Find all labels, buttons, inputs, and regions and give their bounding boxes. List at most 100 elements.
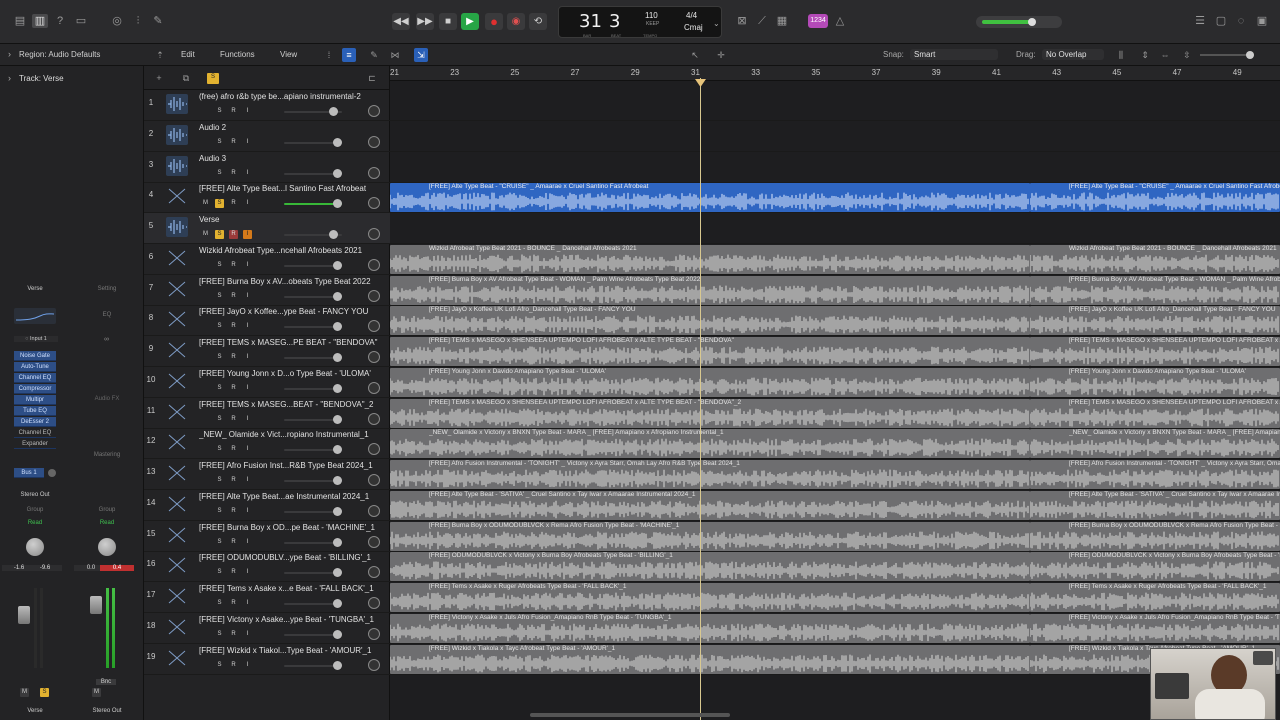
volume-fader[interactable] bbox=[18, 606, 30, 624]
audio-region[interactable]: [FREE] Burna Boy x AV Afrobeat Type Beat… bbox=[390, 275, 1030, 305]
horizontal-scrollbar[interactable] bbox=[530, 713, 730, 717]
track-name[interactable]: [FREE] Tems x Asake x...e Beat - 'FALL B… bbox=[199, 584, 389, 593]
header-collapse-icon[interactable]: ⊏ bbox=[365, 71, 379, 85]
track-volume-slider[interactable] bbox=[284, 199, 343, 209]
record-enable-button[interactable]: R bbox=[229, 568, 238, 577]
track-pan-knob[interactable] bbox=[368, 412, 380, 425]
menu-view[interactable]: View bbox=[280, 50, 297, 59]
solo-button[interactable]: S bbox=[215, 138, 224, 147]
group-slot[interactable]: Group bbox=[85, 507, 129, 513]
track-volume-slider[interactable] bbox=[284, 291, 343, 301]
track-name[interactable]: [FREE] Alte Type Beat...ae Instrumental … bbox=[199, 492, 389, 501]
track-lane[interactable]: [FREE] Afro Fusion Instrumental - 'TONIG… bbox=[390, 459, 1280, 490]
track-name[interactable]: [FREE] Wizkid x Tiakol...Type Beat - 'AM… bbox=[199, 646, 389, 655]
zoom-slider-icon[interactable]: ⇳ bbox=[1180, 48, 1194, 62]
solo-button[interactable]: S bbox=[215, 599, 224, 608]
plugin-compressor[interactable]: Compressor bbox=[14, 384, 56, 394]
track-header[interactable]: 5 Verse M S R I bbox=[144, 213, 390, 244]
input-monitor-button[interactable]: I bbox=[243, 107, 252, 116]
zoom-slider[interactable] bbox=[1200, 51, 1254, 59]
record-enable-button[interactable]: R bbox=[229, 292, 238, 301]
record-enable-button[interactable]: R bbox=[229, 353, 238, 362]
audio-region[interactable]: [FREE] Burna Boy x AV Afrobeat Type Beat… bbox=[1030, 275, 1280, 305]
track-header[interactable]: 13 [FREE] Afro Fusion Inst...R&B Type Bea… bbox=[144, 459, 390, 490]
quick-help-icon[interactable]: ? bbox=[52, 14, 68, 28]
track-name[interactable]: [FREE] TEMS x MASEG...BEAT - "BENDOVA"_2 bbox=[199, 400, 389, 409]
track-volume-slider[interactable] bbox=[284, 137, 343, 147]
master-volume-slider[interactable] bbox=[976, 16, 1062, 28]
list-icon[interactable]: ☰ bbox=[1192, 14, 1208, 28]
solo-button[interactable]: S bbox=[215, 261, 224, 270]
record-enable-button[interactable]: R bbox=[229, 661, 238, 670]
solo-button[interactable]: S bbox=[215, 476, 224, 485]
catch-icon[interactable]: ⇲ bbox=[414, 48, 428, 62]
solo-button[interactable]: S bbox=[215, 507, 224, 516]
list-view-icon[interactable]: ≡ bbox=[342, 48, 356, 62]
record-enable-button[interactable]: R bbox=[229, 538, 238, 547]
track-name[interactable]: Audio 3 bbox=[199, 154, 389, 163]
metronome-icon[interactable]: △ bbox=[832, 14, 848, 28]
track-header[interactable]: 17 [FREE] Tems x Asake x...e Beat - 'FALL… bbox=[144, 582, 390, 613]
input-monitor-button[interactable]: I bbox=[243, 599, 252, 608]
solo-button[interactable]: S bbox=[215, 538, 224, 547]
track-name[interactable]: [FREE] Young Jonn x D...o Type Beat - 'U… bbox=[199, 369, 389, 378]
track-volume-slider[interactable] bbox=[284, 445, 343, 455]
input-monitor-button[interactable]: I bbox=[243, 538, 252, 547]
audio-region[interactable]: [FREE] Wizkid x Tiakola x Tayc Afrobeat … bbox=[390, 644, 1030, 674]
stop-button[interactable]: ■ bbox=[439, 13, 457, 30]
mute-button[interactable]: M bbox=[92, 688, 101, 697]
solo-button[interactable]: S bbox=[215, 322, 224, 331]
input-monitor-button[interactable]: I bbox=[243, 384, 252, 393]
track-volume-knob[interactable] bbox=[333, 322, 343, 332]
track-lane[interactable]: [FREE] TEMS x MASEGO x SHENSEEA UPTEMPO … bbox=[390, 398, 1280, 429]
solo-button[interactable]: S bbox=[215, 353, 224, 362]
flex-icon[interactable]: ⋈ bbox=[388, 48, 402, 62]
track-lane[interactable]: _NEW_ Olamide x Victony x BNXN Type Beat… bbox=[390, 428, 1280, 460]
input-monitor-button[interactable]: I bbox=[243, 169, 252, 178]
track-volume-knob[interactable] bbox=[333, 476, 343, 485]
audio-region[interactable]: [FREE] Afro Fusion Instrumental - 'TONIG… bbox=[390, 460, 1030, 489]
lcd-display[interactable]: 31 3 BAR BEAT 110 KEEP TEMPO 4/4 Cmaj ⌄ bbox=[558, 6, 722, 38]
input-monitor-button[interactable]: I bbox=[243, 199, 252, 208]
track-pan-knob[interactable] bbox=[368, 443, 380, 456]
solo-button[interactable]: S bbox=[215, 661, 224, 670]
track-lane[interactable]: Wizkid Afrobeat Type Beat 2021 - BOUNCE … bbox=[390, 244, 1280, 275]
audio-region[interactable]: [FREE] TEMS x MASEGO x SHENSEEA UPTEMPO … bbox=[1030, 337, 1280, 366]
chevron-down-icon[interactable]: ⌄ bbox=[713, 19, 720, 28]
menu-functions[interactable]: Functions bbox=[220, 50, 255, 59]
library-icon[interactable]: ▤ bbox=[12, 14, 28, 28]
track-volume-knob[interactable] bbox=[333, 629, 343, 639]
bounce-button[interactable]: Bnc bbox=[96, 679, 116, 685]
track-pan-knob[interactable] bbox=[368, 320, 380, 333]
track-header[interactable]: 9 [FREE] TEMS x MASEG...PE BEAT - "BENDOV… bbox=[144, 336, 390, 367]
track-volume-knob[interactable] bbox=[333, 260, 343, 270]
track-lane[interactable]: [FREE] Tems x Asake x Ruger Afrobeats Ty… bbox=[390, 582, 1280, 613]
play-button[interactable]: ▶ bbox=[461, 13, 479, 30]
track-header[interactable]: 12 _NEW_ Olamide x Vict...ropiano Instrum… bbox=[144, 428, 390, 460]
track-name[interactable]: [FREE] Alte Type Beat...l Santino Fast A… bbox=[199, 184, 389, 193]
notes-icon[interactable]: ▢ bbox=[1213, 14, 1229, 28]
track-pan-knob[interactable] bbox=[368, 351, 380, 363]
bar-ruler[interactable]: 21 23 25 27 29 31 33 35 37 39 41 43 45 47 49 bbox=[390, 66, 1280, 81]
audio-region[interactable]: [FREE] Tems x Asake x Ruger Afrobeats Ty… bbox=[390, 583, 1030, 612]
track-volume-knob[interactable] bbox=[328, 107, 338, 116]
track-lane[interactable] bbox=[390, 121, 1280, 152]
input-monitor-button[interactable]: I bbox=[243, 661, 252, 670]
pencil-icon[interactable]: ✎ bbox=[367, 48, 381, 62]
track-volume-knob[interactable] bbox=[333, 660, 343, 670]
track-name[interactable]: [FREE] Victony x Asake...ype Beat - 'TUN… bbox=[199, 615, 389, 624]
record-enable-button[interactable]: R bbox=[229, 261, 238, 270]
record-enable-button[interactable]: R bbox=[229, 230, 238, 239]
inspector-track-row[interactable]: Track: Verse bbox=[19, 74, 64, 83]
editors-icon[interactable]: ✎ bbox=[150, 14, 166, 28]
input-monitor-button[interactable]: I bbox=[243, 261, 252, 270]
track-header[interactable]: 1 (free) afro r&b type be...apiano instru… bbox=[144, 90, 390, 121]
audio-region[interactable]: [FREE] TEMS x MASEGO x SHENSEEA UPTEMPO … bbox=[390, 337, 1030, 366]
track-header[interactable]: 8 [FREE] JayO x Koffee...ype Beat - FANCY… bbox=[144, 305, 390, 337]
track-pan-knob[interactable] bbox=[368, 504, 380, 517]
audio-region[interactable]: [FREE] JayO x Koffee UK Lofi Afro_Danceh… bbox=[1030, 306, 1280, 336]
plugin-expander[interactable]: Expander bbox=[14, 439, 56, 449]
track-header[interactable]: 19 [FREE] Wizkid x Tiakol...Type Beat - '… bbox=[144, 644, 390, 675]
plugin-channel-eq[interactable]: Channel EQ bbox=[14, 373, 56, 383]
audio-region[interactable]: [FREE] Alte Type Beat - 'SATIVA' _ Cruel… bbox=[390, 490, 1030, 520]
